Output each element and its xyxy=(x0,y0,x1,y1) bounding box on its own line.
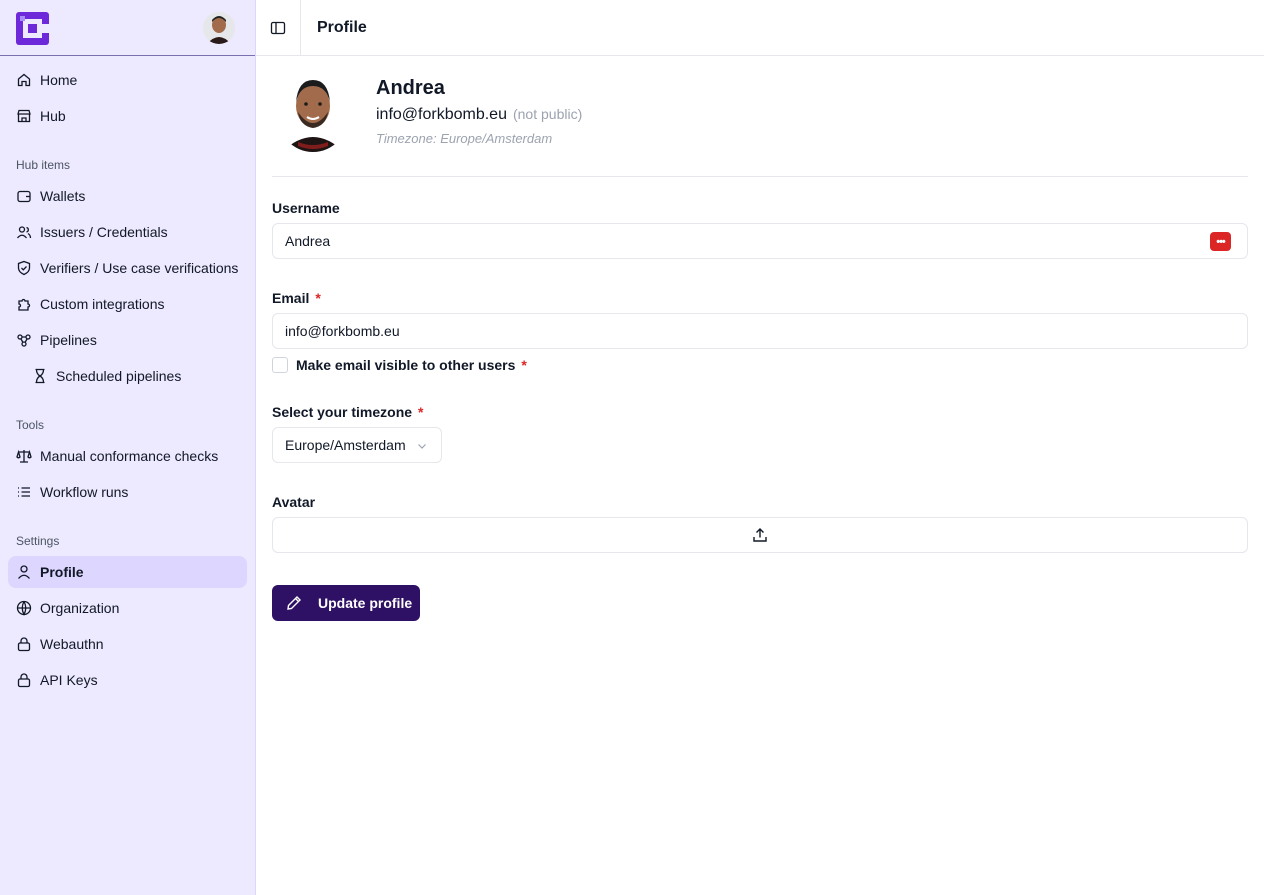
sidebar-item-issuers-credentials[interactable]: Issuers / Credentials xyxy=(8,216,247,248)
profile-email-line: info@forkbomb.eu (not public) xyxy=(376,106,582,124)
sidebar-toggle-icon xyxy=(270,21,286,34)
required-marker: * xyxy=(521,357,527,373)
sidebar-item-wallets[interactable]: Wallets xyxy=(8,180,247,212)
group-label-settings: Settings xyxy=(16,534,60,548)
sidebar-item-manual-conformance-checks[interactable]: Manual conformance checks xyxy=(8,440,247,472)
sidebar-item-label: API Keys xyxy=(40,672,98,688)
timezone-value: Europe/Amsterdam xyxy=(285,437,406,453)
group-label-hub-items: Hub items xyxy=(16,158,71,172)
avatar-label: Avatar xyxy=(272,494,316,510)
wallet-icon xyxy=(17,190,31,203)
sidebar-item-label: Organization xyxy=(40,600,120,616)
sidebar-item-home[interactable]: Home xyxy=(8,64,247,96)
profile-email: info@forkbomb.eu xyxy=(376,106,507,123)
sidebar-item-organization[interactable]: Organization xyxy=(8,592,247,624)
sidebar-item-label: Custom integrations xyxy=(40,296,165,312)
sidebar-item-pipelines[interactable]: Pipelines xyxy=(8,324,247,356)
sidebar-item-label: Hub xyxy=(40,108,66,124)
sidebar-item-label: Issuers / Credentials xyxy=(40,224,168,240)
profile-summary: Andrea info@forkbomb.eu (not public) Time… xyxy=(272,72,1248,177)
update-profile-label: Update profile xyxy=(318,595,413,611)
timezone-select[interactable]: Europe/Amsterdam xyxy=(272,427,442,463)
email-input[interactable]: info@forkbomb.eu xyxy=(272,313,1248,349)
sidebar-toggle-button[interactable] xyxy=(256,0,301,55)
lock-icon xyxy=(17,637,31,652)
sidebar-item-hub[interactable]: Hub xyxy=(8,100,247,132)
email-visible-label-text: Make email visible to other users xyxy=(296,357,516,373)
store-icon xyxy=(17,109,31,123)
sidebar-item-label: Scheduled pipelines xyxy=(56,368,182,384)
top-bar: Profile xyxy=(256,0,1264,56)
username-label: Username xyxy=(272,200,340,216)
shield-check-icon xyxy=(17,260,31,276)
home-icon xyxy=(17,73,31,87)
app-logo-icon[interactable] xyxy=(16,12,49,45)
timezone-label: Select your timezone * xyxy=(272,404,424,420)
sidebar-item-api-keys[interactable]: API Keys xyxy=(8,664,247,696)
sidebar-item-workflow-runs[interactable]: Workflow runs xyxy=(8,476,247,508)
profile-name: Andrea xyxy=(376,77,445,99)
email-visible-checkbox[interactable] xyxy=(272,357,288,373)
sidebar: Home Hub Hub items Wallets Issuers / Cre… xyxy=(0,0,256,895)
upload-icon xyxy=(753,528,767,542)
avatar-upload-button[interactable] xyxy=(272,517,1248,553)
sidebar-item-label: Manual conformance checks xyxy=(40,448,219,464)
update-profile-button[interactable]: Update profile xyxy=(272,585,420,621)
sidebar-item-scheduled-pipelines[interactable]: Scheduled pipelines xyxy=(8,360,247,392)
username-value: Andrea xyxy=(285,233,331,249)
group-label-tools: Tools xyxy=(16,418,45,432)
sidebar-item-verifiers[interactable]: Verifiers / Use case verifications xyxy=(8,252,247,284)
email-label-text: Email xyxy=(272,290,310,306)
workflow-icon xyxy=(17,334,31,347)
scale-icon xyxy=(16,449,32,463)
user-icon xyxy=(18,565,30,579)
chevron-down-icon xyxy=(418,444,426,449)
email-value: info@forkbomb.eu xyxy=(285,323,400,339)
username-input[interactable]: Andrea ••• xyxy=(272,223,1248,259)
sidebar-item-label: Wallets xyxy=(40,188,86,204)
sidebar-item-label: Pipelines xyxy=(40,332,97,348)
hourglass-icon xyxy=(35,368,45,384)
email-visibility-note: (not public) xyxy=(512,106,583,122)
page-title: Profile xyxy=(317,19,367,36)
profile-avatar xyxy=(276,72,350,152)
sidebar-item-label: Webauthn xyxy=(40,636,104,652)
email-label: Email * xyxy=(272,290,321,306)
profile-timezone: Timezone: Europe/Amsterdam xyxy=(376,131,553,146)
timezone-label-text: Select your timezone xyxy=(272,404,413,420)
sidebar-item-profile[interactable]: Profile xyxy=(8,556,247,588)
sidebar-item-label: Verifiers / Use case verifications xyxy=(40,260,239,276)
sidebar-item-label: Profile xyxy=(40,564,84,580)
sidebar-item-label: Workflow runs xyxy=(40,484,129,500)
sidebar-item-custom-integrations[interactable]: Custom integrations xyxy=(8,288,247,320)
sidebar-header xyxy=(0,0,255,56)
sidebar-item-label: Home xyxy=(40,72,78,88)
puzzle-icon xyxy=(18,298,31,311)
user-avatar[interactable] xyxy=(203,12,235,44)
pencil-icon xyxy=(287,596,301,610)
sidebar-item-webauthn[interactable]: Webauthn xyxy=(8,628,247,660)
required-marker: * xyxy=(418,404,424,420)
globe-icon xyxy=(16,600,32,616)
required-marker: * xyxy=(315,290,321,306)
users-icon xyxy=(16,226,32,239)
list-icon xyxy=(18,487,30,497)
password-manager-icon[interactable]: ••• xyxy=(1210,232,1231,251)
email-visible-label: Make email visible to other users * xyxy=(296,357,527,373)
lock-icon xyxy=(17,673,31,688)
